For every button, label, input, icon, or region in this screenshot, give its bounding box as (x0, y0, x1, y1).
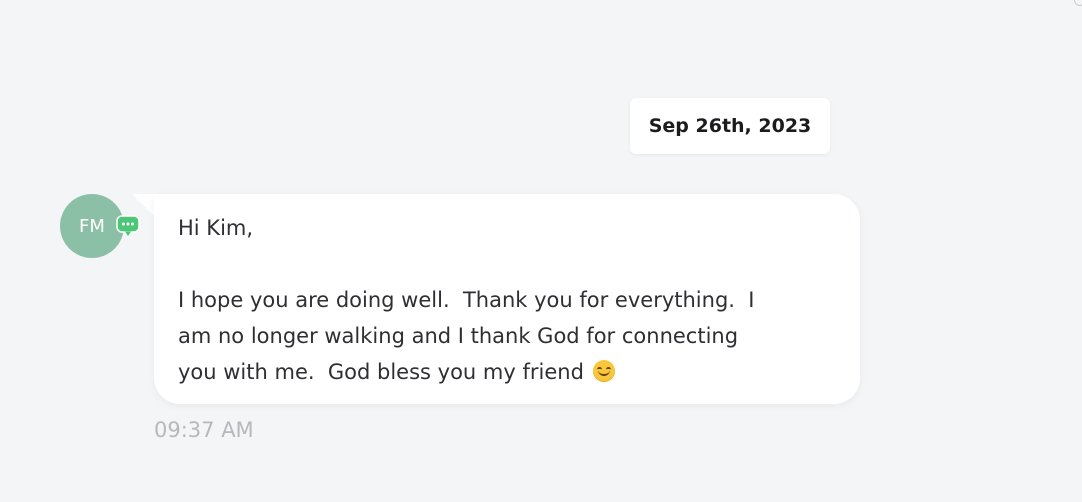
avatar[interactable]: FM (60, 194, 124, 258)
message-line: I hope you are doing well. Thank you for… (178, 288, 755, 312)
avatar-initials: FM (79, 215, 105, 237)
message-line-last: you with me. God bless you my friend (178, 354, 836, 390)
corner-indicator-icon (1074, 0, 1082, 6)
smiling-face-emoji-icon (592, 360, 615, 382)
message-timestamp: 09:37 AM (154, 418, 254, 442)
date-divider: Sep 26th, 2023 (630, 98, 830, 154)
message-bubble: Hi Kim, I hope you are doing well. Thank… (154, 194, 860, 404)
message-line: am no longer walking and I thank God for… (178, 324, 739, 348)
message-line-blank (178, 246, 836, 282)
message-line-text: you with me. God bless you my friend (178, 360, 584, 384)
date-divider-label: Sep 26th, 2023 (648, 115, 812, 137)
message-line: Hi Kim, (178, 216, 254, 240)
